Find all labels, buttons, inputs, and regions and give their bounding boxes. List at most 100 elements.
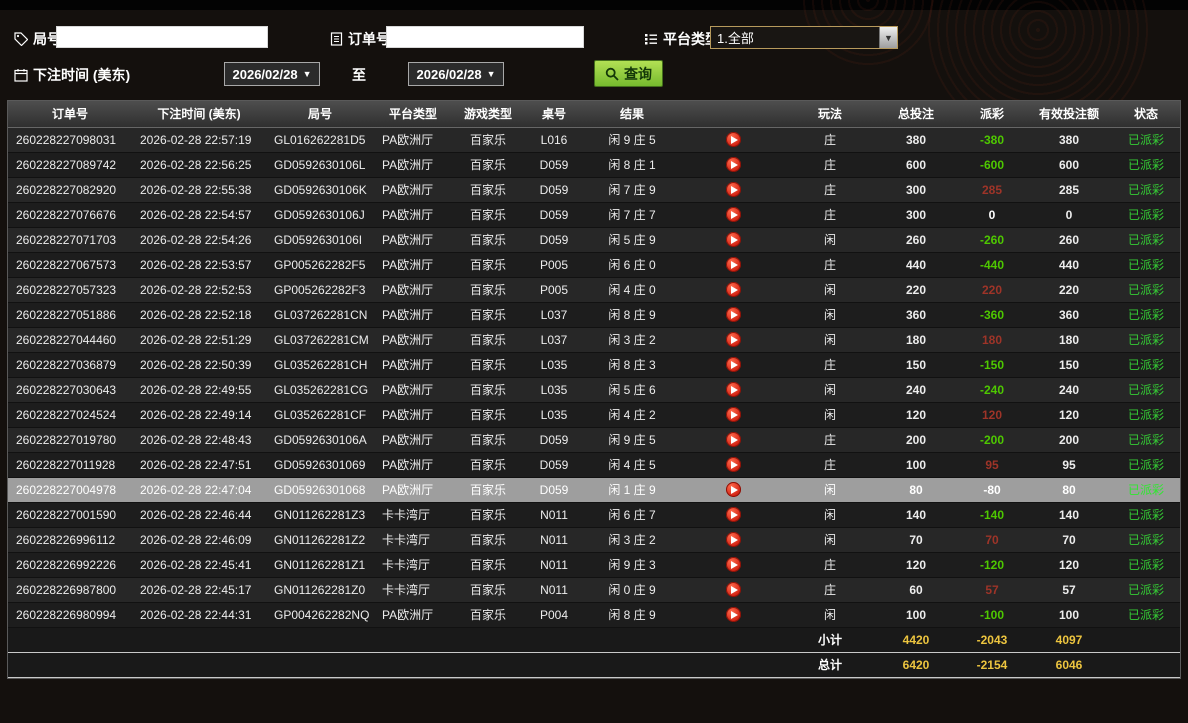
cell-video	[680, 427, 786, 452]
cell-order: 260228227030643	[8, 377, 132, 402]
table-row[interactable]: 2602282269922262026-02-28 22:45:41GN0112…	[8, 552, 1180, 577]
cell-result: 闲 4 庄 0	[584, 277, 680, 302]
cell-platform: PA欧洲厅	[374, 127, 452, 152]
table-row[interactable]: 2602282270573232026-02-28 22:52:53GP0052…	[8, 277, 1180, 302]
table-row[interactable]: 2602282270518862026-02-28 22:52:18GL0372…	[8, 302, 1180, 327]
table-row[interactable]: 2602282270245242026-02-28 22:49:14GL0352…	[8, 402, 1180, 427]
cell-platform: 卡卡湾厅	[374, 502, 452, 527]
cell-tableNo: D059	[524, 427, 584, 452]
col-header-payout: 派彩	[958, 101, 1026, 127]
play-video-icon[interactable]	[726, 432, 741, 447]
platform-type-label: 平台类型	[644, 29, 719, 49]
play-video-icon[interactable]	[726, 132, 741, 147]
cell-side: 庄	[786, 577, 874, 602]
play-video-icon[interactable]	[726, 182, 741, 197]
game-no-label: 局号	[14, 29, 61, 49]
table-row[interactable]: 2602282270980312026-02-28 22:57:19GL0162…	[8, 127, 1180, 152]
cell-game: GP005262282F5	[266, 252, 374, 277]
cell-platform: 卡卡湾厅	[374, 577, 452, 602]
top-strip	[0, 0, 1188, 10]
cell-order: 260228227076676	[8, 202, 132, 227]
query-button[interactable]: 查询	[594, 60, 663, 87]
table-row[interactable]: 2602282270897422026-02-28 22:56:25GD0592…	[8, 152, 1180, 177]
cell-time: 2026-02-28 22:44:31	[132, 602, 266, 627]
play-video-icon[interactable]	[726, 582, 741, 597]
table-row[interactable]: 2602282270766762026-02-28 22:54:57GD0592…	[8, 202, 1180, 227]
order-no-input[interactable]	[386, 26, 584, 48]
table-row[interactable]: 2602282270717032026-02-28 22:54:26GD0592…	[8, 227, 1180, 252]
play-video-icon[interactable]	[726, 382, 741, 397]
subtotal-valid: 4097	[1026, 627, 1112, 652]
table-row[interactable]: 2602282270197802026-02-28 22:48:43GD0592…	[8, 427, 1180, 452]
cell-side: 庄	[786, 252, 874, 277]
cell-tableNo: N011	[524, 552, 584, 577]
cell-status: 已派彩	[1112, 527, 1180, 552]
total-bet: 6420	[874, 652, 958, 677]
game-no-input[interactable]	[56, 26, 268, 48]
play-video-icon[interactable]	[726, 557, 741, 572]
table-row[interactable]: 2602282270119282026-02-28 22:47:51GD0592…	[8, 452, 1180, 477]
play-video-icon[interactable]	[726, 457, 741, 472]
cell-bet: 100	[874, 452, 958, 477]
play-video-icon[interactable]	[726, 157, 741, 172]
play-video-icon[interactable]	[726, 207, 741, 222]
cell-status: 已派彩	[1112, 602, 1180, 627]
col-header-result: 结果	[584, 101, 680, 127]
play-video-icon[interactable]	[726, 482, 741, 497]
date-from-picker[interactable]: 2026/02/28▼	[224, 62, 320, 86]
cell-order: 260228227011928	[8, 452, 132, 477]
table-row[interactable]: 2602282270829202026-02-28 22:55:38GD0592…	[8, 177, 1180, 202]
cell-payout: -200	[958, 427, 1026, 452]
play-video-icon[interactable]	[726, 532, 741, 547]
play-video-icon[interactable]	[726, 307, 741, 322]
table-row[interactable]: 2602282270049782026-02-28 22:47:04GD0592…	[8, 477, 1180, 502]
cell-result: 闲 9 庄 5	[584, 427, 680, 452]
table-row[interactable]: 2602282270368792026-02-28 22:50:39GL0352…	[8, 352, 1180, 377]
cell-gtype: 百家乐	[452, 352, 524, 377]
play-video-icon[interactable]	[726, 232, 741, 247]
search-icon	[605, 67, 619, 81]
cell-time: 2026-02-28 22:47:04	[132, 477, 266, 502]
cell-valid: 120	[1026, 552, 1112, 577]
cell-video	[680, 452, 786, 477]
table-row[interactable]: 2602282269961122026-02-28 22:46:09GN0112…	[8, 527, 1180, 552]
play-video-icon[interactable]	[726, 507, 741, 522]
play-video-icon[interactable]	[726, 357, 741, 372]
cell-payout: 220	[958, 277, 1026, 302]
cell-bet: 440	[874, 252, 958, 277]
cell-bet: 100	[874, 602, 958, 627]
col-header-video	[680, 101, 786, 127]
table-row[interactable]: 2602282270444602026-02-28 22:51:29GL0372…	[8, 327, 1180, 352]
cell-result: 闲 9 庄 5	[584, 127, 680, 152]
table-row[interactable]: 2602282269809942026-02-28 22:44:31GP0042…	[8, 602, 1180, 627]
cell-result: 闲 3 庄 2	[584, 527, 680, 552]
cell-valid: 285	[1026, 177, 1112, 202]
cell-time: 2026-02-28 22:54:57	[132, 202, 266, 227]
table-row[interactable]: 2602282270306432026-02-28 22:49:55GL0352…	[8, 377, 1180, 402]
play-video-icon[interactable]	[726, 607, 741, 622]
play-video-icon[interactable]	[726, 282, 741, 297]
records-table: 订单号 下注时间 (美东) 局号 平台类型 游戏类型 桌号 结果 玩法 总投注 …	[7, 100, 1181, 679]
cell-status: 已派彩	[1112, 202, 1180, 227]
cell-side: 庄	[786, 352, 874, 377]
cell-result: 闲 3 庄 2	[584, 327, 680, 352]
date-to-picker[interactable]: 2026/02/28▼	[408, 62, 504, 86]
table-row[interactable]: 2602282269878002026-02-28 22:45:17GN0112…	[8, 577, 1180, 602]
cell-order: 260228227001590	[8, 502, 132, 527]
cell-tableNo: D059	[524, 227, 584, 252]
cell-time: 2026-02-28 22:50:39	[132, 352, 266, 377]
cell-game: GP004262282NQ	[266, 602, 374, 627]
play-video-icon[interactable]	[726, 257, 741, 272]
table-row[interactable]: 2602282270675732026-02-28 22:53:57GP0052…	[8, 252, 1180, 277]
cell-game: GD05926301069	[266, 452, 374, 477]
cell-video	[680, 352, 786, 377]
cell-side: 闲	[786, 227, 874, 252]
cell-side: 闲	[786, 502, 874, 527]
platform-type-select[interactable]: 1.全部 ▼	[710, 26, 898, 49]
cell-video	[680, 127, 786, 152]
filter-panel: 局号 订单号 平台类型 1.全部	[0, 10, 1188, 100]
table-row[interactable]: 2602282270015902026-02-28 22:46:44GN0112…	[8, 502, 1180, 527]
play-video-icon[interactable]	[726, 332, 741, 347]
play-video-icon[interactable]	[726, 407, 741, 422]
cell-valid: 260	[1026, 227, 1112, 252]
